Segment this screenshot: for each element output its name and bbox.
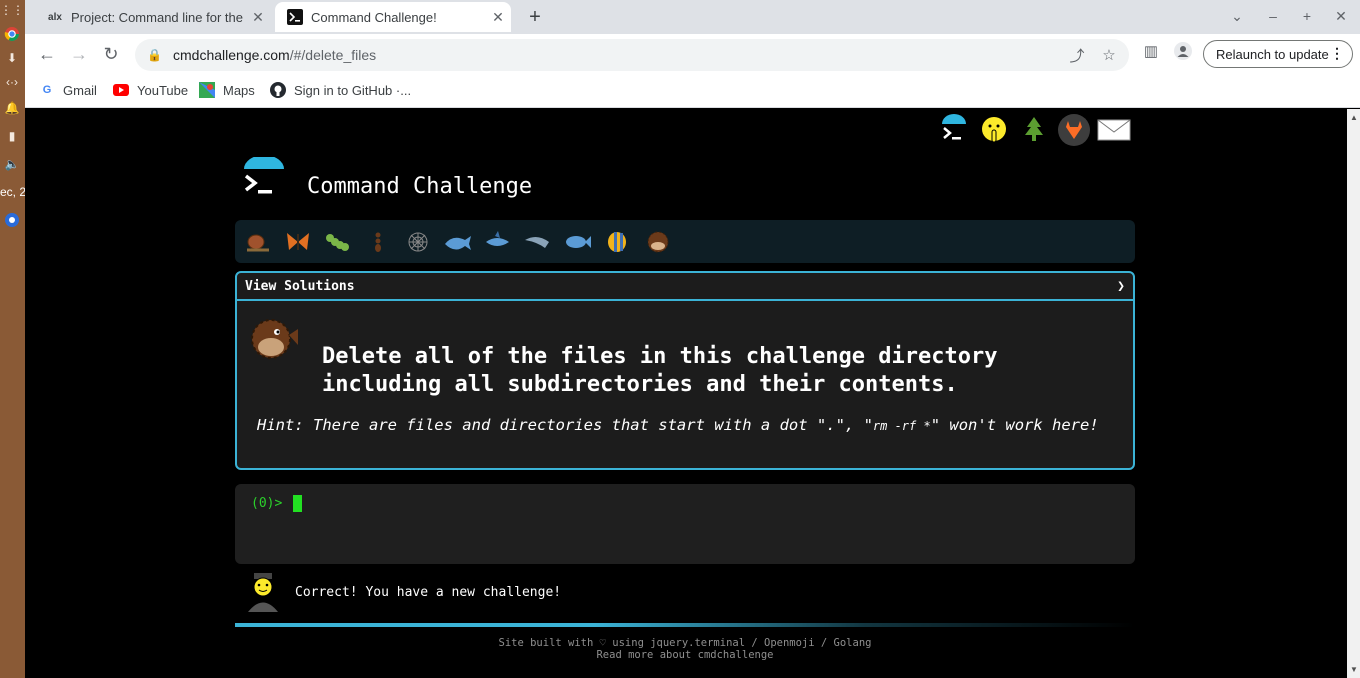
- close-icon[interactable]: ✕: [245, 9, 271, 26]
- ant-icon[interactable]: [363, 227, 393, 257]
- browser-window: alx Project: Command line for the ✕ Comm…: [25, 0, 1360, 108]
- network-icon[interactable]: ‹·›: [3, 74, 21, 90]
- challenge-panel: View Solutions ❯ Delete all of the files…: [235, 271, 1135, 470]
- url-text[interactable]: cmdchallenge.com/#/delete_files: [173, 47, 1065, 63]
- view-solutions-label: View Solutions: [245, 278, 355, 294]
- shushing-face-icon[interactable]: [977, 113, 1011, 147]
- pufferfish-icon[interactable]: [643, 227, 673, 257]
- status-message: Correct! You have a new challenge!: [295, 584, 562, 600]
- progress-line: [235, 623, 1135, 627]
- app-launcher-icon[interactable]: [3, 212, 21, 228]
- bookmark-youtube[interactable]: YouTube: [113, 82, 188, 98]
- tab-title: Command Challenge!: [311, 9, 437, 25]
- site-title: Command Challenge: [307, 174, 533, 199]
- status-row: Correct! You have a new challenge!: [245, 571, 561, 613]
- maximize-icon[interactable]: +: [1297, 8, 1317, 24]
- cmdchallenge-icon[interactable]: [937, 113, 971, 147]
- hint-code: rm -rf *: [872, 419, 931, 433]
- page-content: Command Challenge View Solutions ❯ Delet…: [25, 109, 1347, 678]
- profile-avatar-icon[interactable]: [1171, 42, 1195, 64]
- relaunch-label: Relaunch to update: [1216, 46, 1329, 62]
- maps-icon: [199, 82, 215, 98]
- snail-icon[interactable]: [243, 227, 273, 257]
- top-icon-row: [937, 113, 1131, 147]
- tab-search-icon[interactable]: ⌄: [1227, 8, 1247, 25]
- menu-kebab-icon[interactable]: ⋮: [1330, 45, 1344, 62]
- relaunch-button[interactable]: Relaunch to update ⋮: [1203, 40, 1353, 68]
- ninja-avatar-icon: [245, 571, 281, 613]
- chrome-icon[interactable]: [3, 26, 21, 42]
- google-icon: G: [42, 84, 52, 96]
- close-icon[interactable]: ✕: [485, 9, 511, 26]
- spider-web-icon[interactable]: [403, 227, 433, 257]
- clock-text: ec, 2: [0, 185, 27, 199]
- back-icon[interactable]: ←: [35, 42, 59, 66]
- shark-icon[interactable]: [483, 227, 513, 257]
- address-bar[interactable]: 🔒 cmdchallenge.com/#/delete_files ⤴ ☆: [135, 39, 1129, 71]
- bookmark-label: Gmail: [63, 82, 97, 98]
- scroll-up-icon[interactable]: ▲: [1350, 113, 1358, 122]
- download-icon[interactable]: ⬇: [3, 50, 21, 66]
- forward-icon[interactable]: →: [67, 42, 91, 66]
- site-info-icon[interactable]: 🔒: [147, 48, 163, 62]
- terminal-icon: [287, 9, 303, 25]
- bookmark-github[interactable]: Sign in to GitHub ·...: [270, 82, 411, 98]
- minimize-icon[interactable]: –: [1263, 8, 1283, 24]
- volume-muted-icon[interactable]: 🔈: [3, 156, 21, 172]
- bookmark-label: Maps: [223, 82, 255, 98]
- challenge-description: Delete all of the files in this challeng…: [322, 343, 998, 399]
- side-panel-icon[interactable]: ▥: [1139, 42, 1163, 60]
- tab-strip: alx Project: Command line for the ✕ Comm…: [25, 0, 1360, 34]
- bookmark-label: YouTube: [137, 82, 189, 98]
- tab-command-challenge[interactable]: Command Challenge! ✕: [275, 2, 511, 32]
- whale-icon[interactable]: [443, 227, 473, 257]
- fish-icon[interactable]: [563, 227, 593, 257]
- gitlab-icon[interactable]: [1057, 113, 1091, 147]
- footer-credits: Site built with ♡ using jquery.terminal …: [498, 637, 872, 649]
- tab-title: Project: Command line for the: [71, 9, 243, 25]
- battery-icon[interactable]: ▮: [3, 128, 21, 144]
- terminal-cursor[interactable]: [293, 495, 302, 512]
- tropical-fish-icon[interactable]: [603, 227, 633, 257]
- tree-icon[interactable]: [1017, 113, 1051, 147]
- challenge-line: Delete all of the files in this challeng…: [322, 344, 998, 369]
- bookmark-star-icon[interactable]: ☆: [1097, 46, 1121, 64]
- pufferfish-icon: [245, 315, 299, 363]
- challenge-line: including all subdirectories and their c…: [322, 372, 958, 397]
- github-icon: [270, 82, 286, 98]
- tab-alx-project[interactable]: alx Project: Command line for the ✕: [35, 2, 271, 32]
- chevron-right-icon: ❯: [1117, 278, 1125, 294]
- envelope-icon[interactable]: [1097, 113, 1131, 147]
- new-tab-button[interactable]: +: [523, 6, 547, 28]
- challenge-progress-bar: [235, 220, 1135, 263]
- bookmark-label: Sign in to GitHub ·...: [294, 82, 412, 98]
- youtube-icon: [113, 82, 129, 98]
- view-solutions-toggle[interactable]: View Solutions ❯: [237, 273, 1133, 301]
- butterfly-icon[interactable]: [283, 227, 313, 257]
- hint-text: Hint: There are files and directories th…: [257, 416, 1099, 434]
- window-close-icon[interactable]: ✕: [1331, 8, 1351, 25]
- browser-toolbar: ← → ↻ 🔒 cmdchallenge.com/#/delete_files …: [25, 34, 1360, 74]
- bookmarks-bar: G Gmail YouTube Maps Sign in to GitHub ·…: [25, 74, 1360, 108]
- apps-grid-icon[interactable]: ⋮⋮: [0, 2, 24, 18]
- notification-bell-icon[interactable]: 🔔: [3, 100, 21, 116]
- page-scrollbar[interactable]: ▲ ▼: [1347, 109, 1360, 678]
- terminal-prompt: (0)>: [251, 496, 283, 511]
- bookmark-maps[interactable]: Maps: [199, 82, 255, 98]
- dolphin-icon[interactable]: [523, 227, 553, 257]
- footer-read-more-link[interactable]: Read more about cmdchallenge: [235, 649, 1135, 661]
- bookmark-gmail[interactable]: G Gmail: [39, 82, 97, 98]
- footer: Site built with ♡ using jquery.terminal …: [235, 637, 1135, 661]
- alx-icon: alx: [48, 11, 62, 23]
- desktop-panel: ⋮⋮ ⬇ ‹·› 🔔 ▮ 🔈 ec, 2: [0, 0, 27, 678]
- site-logo-icon: [240, 155, 288, 205]
- reload-icon[interactable]: ↻: [99, 42, 123, 66]
- terminal[interactable]: (0)>: [235, 484, 1135, 564]
- scroll-down-icon[interactable]: ▼: [1350, 665, 1358, 674]
- share-icon[interactable]: ⤴: [1065, 45, 1089, 66]
- caterpillar-icon[interactable]: [323, 227, 353, 257]
